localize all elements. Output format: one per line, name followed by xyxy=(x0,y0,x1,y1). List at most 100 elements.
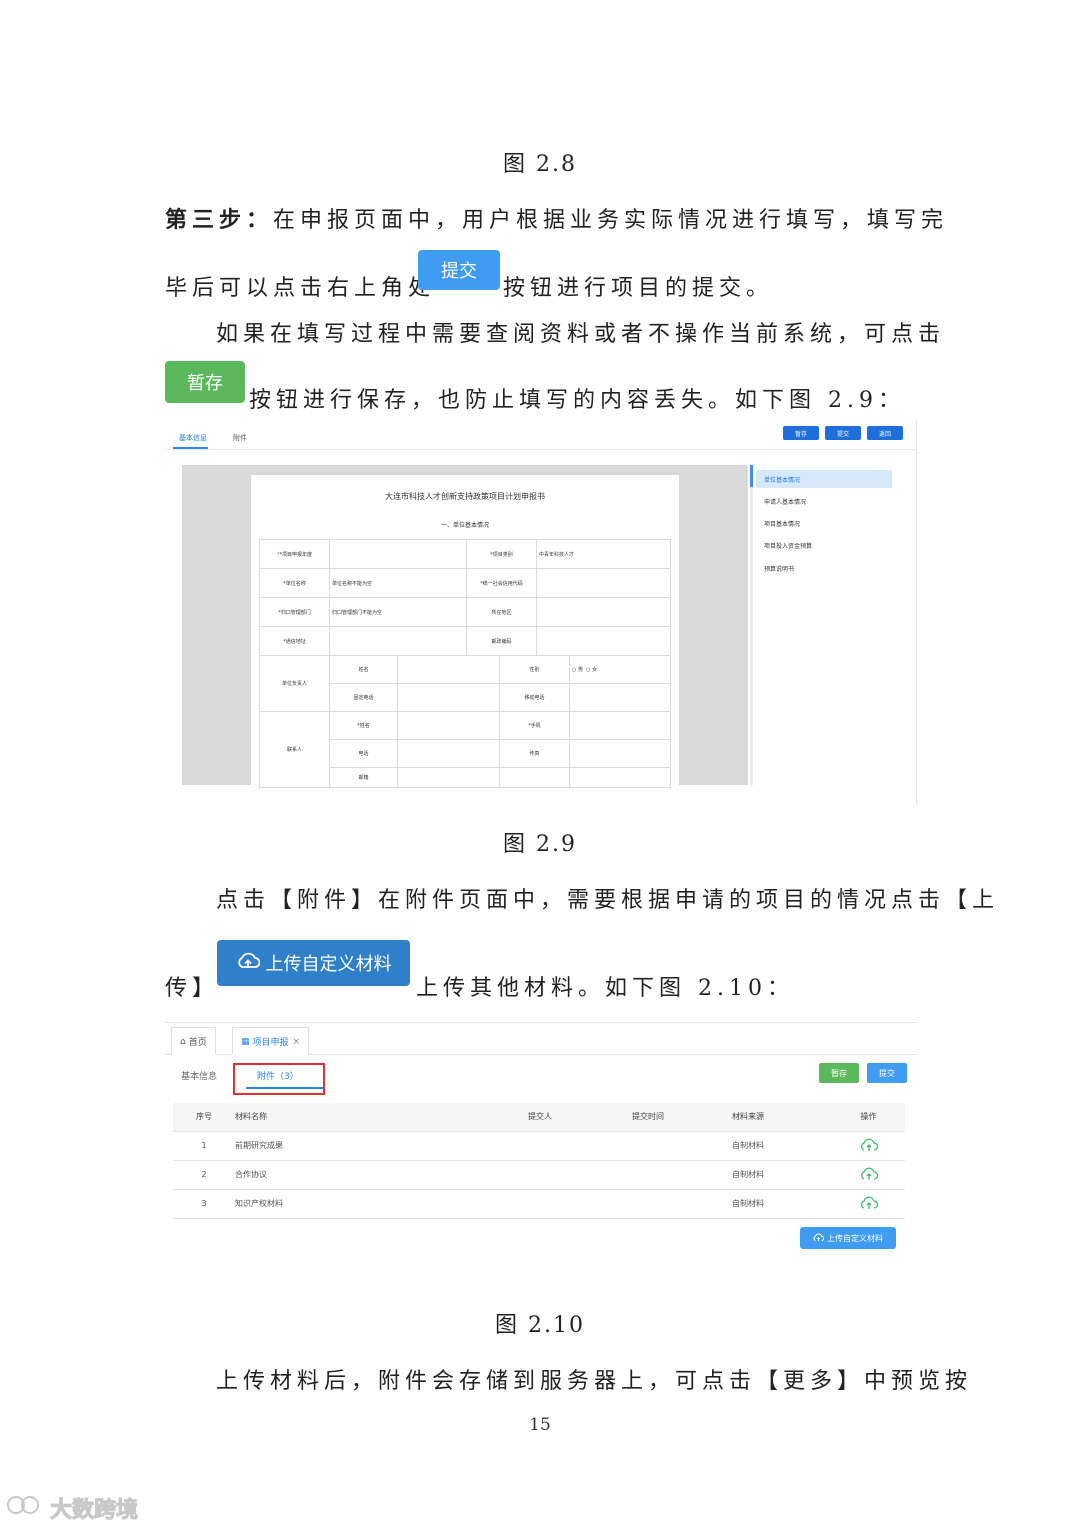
col-submit-time: 提交时间 xyxy=(632,1103,732,1132)
cell-error[interactable]: 单位名称不能为空 xyxy=(329,568,467,598)
tab-home[interactable]: ⌂ 首页 xyxy=(171,1027,216,1055)
upload-cloud-icon[interactable] xyxy=(832,1189,905,1219)
cell-input[interactable] xyxy=(397,739,500,768)
table-row: 1 前期研究成果 自制材料 xyxy=(173,1131,905,1161)
cell-label: *姓名 xyxy=(329,711,398,740)
figure-caption-2-10: 图 2.10 xyxy=(495,1313,585,1338)
fig9-doc-title: 大连市科技人才创新支持政策项目计划申报书 xyxy=(385,492,545,501)
save-button-sample: 暂存 xyxy=(165,361,245,403)
fig9-save-button[interactable]: 暂存 xyxy=(783,426,819,440)
close-icon[interactable]: × xyxy=(293,1037,301,1047)
nav-item-budget-note[interactable]: 预算说明书 xyxy=(764,564,794,573)
fig9-tab-underline xyxy=(173,447,208,449)
step3-line1: 第三步：在申报页面中，用户根据业务实际情况进行填写，填写完 xyxy=(165,208,949,233)
upload-cloud-icon[interactable] xyxy=(832,1131,905,1161)
nav-thumb xyxy=(750,465,753,487)
cell-input[interactable] xyxy=(397,683,500,712)
cell-input[interactable] xyxy=(329,539,467,569)
cell-input[interactable] xyxy=(397,655,500,684)
attachment-table: 序号 材料名称 提交人 提交时间 材料来源 操作 1 前期研究成果 自制材料 2… xyxy=(173,1103,905,1219)
cell-input[interactable] xyxy=(329,626,467,656)
fig9-back-button[interactable]: 返回 xyxy=(867,426,903,440)
col-source: 材料来源 xyxy=(732,1103,832,1132)
cell-label: **项目申报年度 xyxy=(259,539,330,569)
table-row: 2 合作协议 自制材料 xyxy=(173,1160,905,1190)
col-index: 序号 xyxy=(173,1103,235,1132)
table-row: 3 知识产权材料 自制材料 xyxy=(173,1189,905,1219)
submit-button-sample: 提交 xyxy=(418,250,500,290)
nav-track xyxy=(750,465,753,785)
nav-item-applicant[interactable]: 申请人基本情况 xyxy=(764,497,806,506)
fig9-leader-table: 单位负责人 姓名 性别 ○ 男 ○ 女 固定电话 移动电话 联系人 *姓名 *手… xyxy=(259,655,671,788)
col-name: 材料名称 xyxy=(235,1103,528,1132)
save-para-line2: 按钮进行保存，也防止填写的内容丢失。如下图 2.9： xyxy=(249,388,905,413)
cell-label: 电话 xyxy=(329,739,398,768)
cell-label: *手机 xyxy=(499,711,570,740)
upload-cloud-icon[interactable] xyxy=(832,1160,905,1190)
fig10-submit-button[interactable]: 提交 xyxy=(867,1063,907,1083)
fig9-tab-attach[interactable]: 附件 xyxy=(233,433,247,443)
cloud-upload-icon xyxy=(236,952,260,975)
nav-item-project[interactable]: 项目基本情况 xyxy=(764,519,800,528)
fig9-section-title: 一、单位基本情况 xyxy=(440,522,489,529)
cell-input[interactable] xyxy=(397,767,500,788)
home-icon: ⌂ xyxy=(180,1036,186,1047)
attach-para-line1: 点击【附件】在附件页面中，需要根据申请的项目的情况点击【上 xyxy=(216,888,1000,913)
step3-line2a: 毕后可以点击右上角处 xyxy=(165,276,436,301)
save-para-line1: 如果在填写过程中需要查阅资料或者不操作当前系统，可点击 xyxy=(216,322,946,347)
col-submitter: 提交人 xyxy=(528,1103,632,1132)
watermark: 大数跨境 xyxy=(6,1492,139,1524)
cell-input[interactable] xyxy=(569,711,671,740)
fig10-upload-button[interactable]: 上传自定义材料 xyxy=(800,1227,896,1249)
upload-button-sample: 上传自定义材料 xyxy=(217,940,410,986)
cell-value[interactable]: 中青年科技人才 xyxy=(536,539,671,569)
cell-label: 邮箱 xyxy=(329,767,398,788)
cell-label: 邮政编码 xyxy=(466,626,537,656)
fig9-submit-button[interactable]: 提交 xyxy=(825,426,861,440)
attach-para-line2b: 上传其他材料。如下图 2.10： xyxy=(416,976,794,1001)
watermark-logo-icon xyxy=(6,1493,46,1523)
cell-label: 姓名 xyxy=(329,655,398,684)
step3-label: 第三步： xyxy=(165,208,274,233)
cloud-upload-icon xyxy=(813,1232,825,1244)
fig9-tabbar: 基本信息 附件 暂存 提交 返回 xyxy=(165,420,917,450)
fig10-page-tabs: ⌂ 首页 ▦ 项目申报 × xyxy=(165,1023,917,1055)
cell-input[interactable] xyxy=(536,568,671,598)
figure-2-10-screenshot: ⌂ 首页 ▦ 项目申报 × 基本信息 附件（3） 暂存 提交 序号 材料名称 提交人… xyxy=(165,1022,917,1280)
fig9-tab-basic[interactable]: 基本信息 xyxy=(179,433,207,443)
cell-input[interactable] xyxy=(536,626,671,656)
figure-caption-2-9: 图 2.9 xyxy=(503,832,577,857)
cell-label: 单位负责人 xyxy=(259,655,330,712)
last-paragraph: 上传材料后，附件会存储到服务器上，可点击【更多】中预览按 xyxy=(216,1369,973,1394)
nav-item-budget[interactable]: 项目投入资金预算 xyxy=(764,541,812,550)
grid-icon: ▦ xyxy=(241,1036,250,1047)
cell-label: 固定电话 xyxy=(329,683,398,712)
cell-error[interactable]: 归口管理部门不能为空 xyxy=(329,597,467,627)
fig9-doc-sheet: 大连市科技人才创新支持政策项目计划申报书 一、单位基本情况 **项目申报年度 *… xyxy=(251,475,679,788)
cell-input[interactable] xyxy=(569,739,671,768)
tab-project-apply[interactable]: ▦ 项目申报 × xyxy=(232,1027,310,1055)
cell-label: *归口管理部门 xyxy=(259,597,330,627)
page-number: 15 xyxy=(529,1415,551,1435)
nav-item-unit[interactable]: 单位基本情况 xyxy=(756,470,892,488)
cell-label: *项目类别 xyxy=(466,539,537,569)
cell-label: 所在地区 xyxy=(466,597,537,627)
gender-radio-group[interactable]: ○ 男 ○ 女 xyxy=(569,655,671,684)
cell-empty xyxy=(569,767,671,788)
col-action: 操作 xyxy=(832,1103,905,1132)
cell-label: *单位名称 xyxy=(259,568,330,598)
subtab-basic-info[interactable]: 基本信息 xyxy=(181,1069,217,1082)
cell-label: 联系人 xyxy=(259,711,330,788)
fig10-save-button[interactable]: 暂存 xyxy=(819,1063,859,1083)
cell-empty xyxy=(499,767,570,788)
cell-input[interactable] xyxy=(569,683,671,712)
cell-label: 移动电话 xyxy=(499,683,570,712)
cell-label: 传真 xyxy=(499,739,570,768)
attach-para-line2a: 传】 xyxy=(165,976,220,1001)
step3-line2b: 按钮进行项目的提交。 xyxy=(503,276,774,301)
cell-input[interactable] xyxy=(536,597,671,627)
figure-caption-2-8: 图 2.8 xyxy=(503,152,577,177)
cell-label: *统一社会信用代码 xyxy=(466,568,537,598)
cell-input[interactable] xyxy=(397,711,500,740)
fig9-form-table: **项目申报年度 *项目类别 中青年科技人才 *单位名称 单位名称不能为空 *统… xyxy=(259,539,671,656)
